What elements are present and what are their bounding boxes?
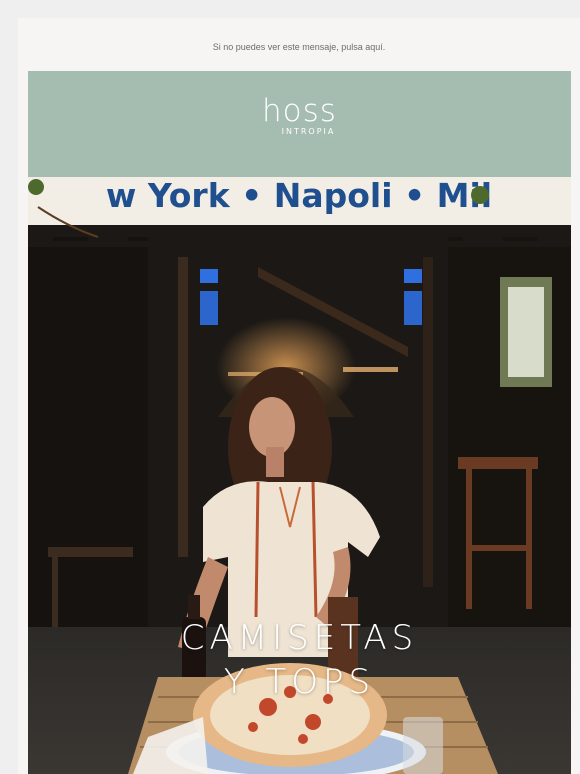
view-in-browser-link[interactable]: Si no puedes ver este mensaje, pulsa aqu… — [18, 42, 580, 52]
hero-title-line-1: CAMISETAS — [180, 618, 419, 658]
hero-title-line-2: Y TOPS — [223, 662, 376, 702]
brand-logo[interactable]: hoss INTROPIA — [28, 95, 571, 137]
logo-wordmark: hoss — [262, 93, 337, 129]
awning-sign-text: w York • Napoli • Mil — [106, 177, 492, 215]
email-container: Si no puedes ver este mensaje, pulsa aqu… — [18, 18, 580, 774]
hero-banner[interactable]: w York • Napoli • Mil CAMISETAS Y TOPS — [28, 177, 571, 774]
logo-subbrand: INTROPIA — [281, 127, 336, 136]
email-header: hoss INTROPIA — [28, 71, 571, 177]
